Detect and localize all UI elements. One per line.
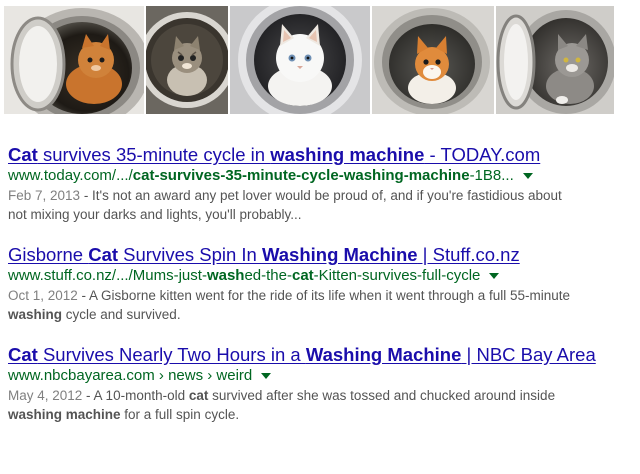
grey-cat-in-washer-image: [496, 6, 614, 114]
search-result: Gisborne Cat Survives Spin In Washing Ma…: [8, 244, 632, 324]
white-cat-in-washer-image: [230, 6, 370, 114]
chevron-down-icon[interactable]: [522, 173, 533, 179]
image-results-strip: [4, 6, 636, 114]
image-thumbnail-3[interactable]: [230, 6, 370, 114]
result-snippet: Feb 7, 2013 - It's not an award any pet …: [8, 188, 562, 222]
result-title-link[interactable]: Gisborne Cat Survives Spin In Washing Ma…: [8, 244, 632, 266]
search-results-list: Cat survives 35-minute cycle in washing …: [8, 144, 632, 444]
image-thumbnail-4[interactable]: [372, 6, 494, 114]
image-thumbnail-5[interactable]: [496, 6, 614, 114]
image-thumbnail-2[interactable]: [146, 6, 228, 114]
tabby-kitten-in-washer-image: [146, 6, 228, 114]
result-snippet: Oct 1, 2012 - A Gisborne kitten went for…: [8, 288, 571, 322]
result-date: Feb 7, 2013: [8, 188, 81, 203]
result-title-link[interactable]: Cat survives 35-minute cycle in washing …: [8, 144, 632, 166]
result-url: www.nbcbayarea.com › news › weird: [8, 366, 632, 386]
orange-kitten-in-washer-image: [4, 6, 144, 114]
chevron-down-icon[interactable]: [261, 373, 272, 379]
result-date: Oct 1, 2012: [8, 288, 78, 303]
result-date: May 4, 2012: [8, 388, 83, 403]
orange-white-kitten-in-washer-image: [372, 6, 494, 114]
result-snippet: May 4, 2012 - A 10-month-old cat survive…: [8, 388, 556, 422]
result-title-link[interactable]: Cat Survives Nearly Two Hours in a Washi…: [8, 344, 632, 366]
result-url: www.today.com/.../cat-survives-35-minute…: [8, 166, 632, 186]
image-thumbnail-1[interactable]: [4, 6, 144, 114]
result-url: www.stuff.co.nz/.../Mums-just-wash ed-the…: [8, 266, 632, 286]
chevron-down-icon[interactable]: [489, 273, 500, 279]
search-result: Cat Survives Nearly Two Hours in a Washi…: [8, 344, 632, 424]
search-result: Cat survives 35-minute cycle in washing …: [8, 144, 632, 224]
